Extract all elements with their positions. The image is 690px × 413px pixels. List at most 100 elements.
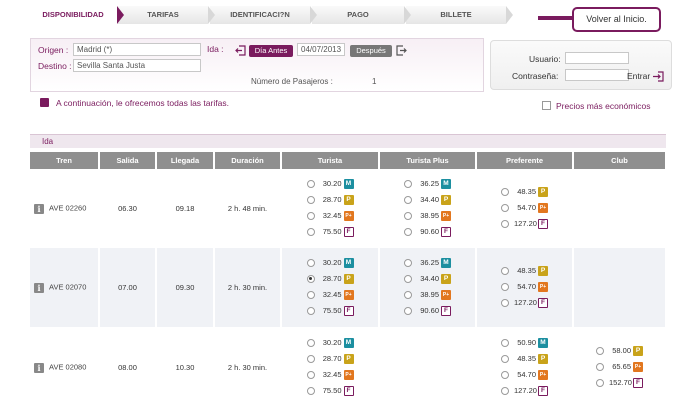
fare-price: 34.40 [420, 273, 439, 283]
fare-radio[interactable] [306, 386, 315, 395]
fare-option[interactable]: 90.60 F [404, 304, 451, 320]
destino-field[interactable]: Sevilla Santa Justa [73, 59, 201, 72]
fare-radio[interactable] [501, 386, 509, 395]
fare-radio[interactable] [404, 195, 412, 204]
fare-radio[interactable] [501, 338, 509, 347]
usuario-label: Usuario: [529, 54, 561, 64]
back-button-bar [538, 16, 574, 20]
cheapest-prices-checkbox[interactable] [542, 101, 551, 110]
badge-p-icon: P [441, 194, 451, 205]
fare-radio[interactable] [404, 258, 412, 267]
ida-section-header: Ida [30, 134, 666, 148]
fare-radio[interactable] [501, 370, 509, 379]
fare-radio[interactable] [404, 211, 412, 220]
fare-option[interactable]: 30.20 M [306, 336, 354, 352]
next-day-icon[interactable] [396, 45, 407, 56]
fare-radio[interactable] [404, 274, 412, 283]
fare-option[interactable]: 36.25 M [404, 256, 451, 272]
train-info-icon[interactable]: i [34, 203, 44, 214]
fare-radio[interactable] [306, 338, 315, 347]
fare-option[interactable]: 28.70 P [306, 352, 354, 368]
fare-option[interactable]: 54.70 P+ [501, 201, 548, 217]
fare-radio[interactable] [501, 282, 509, 291]
fare-option[interactable]: 38.95 P+ [404, 288, 451, 304]
fare-option[interactable]: 50.90 M [501, 336, 548, 352]
badge-p-icon: P [538, 265, 548, 276]
badge-p-plus-icon: P+ [441, 289, 451, 300]
fare-option[interactable]: 54.70 P+ [501, 368, 548, 384]
fare-option[interactable]: 28.70 P [306, 272, 354, 288]
fare-option[interactable]: 48.35 P [501, 352, 548, 368]
prev-day-icon[interactable] [235, 45, 246, 56]
fare-option[interactable]: 34.40 P [404, 193, 451, 209]
fare-radio[interactable] [501, 187, 509, 196]
fare-option[interactable]: 75.50 F [306, 384, 354, 400]
fare-option[interactable]: 30.20 M [306, 256, 354, 272]
train-info-icon[interactable]: i [34, 362, 44, 373]
fare-option[interactable]: 65.65 P+ [596, 360, 643, 376]
fare-radio[interactable] [501, 354, 509, 363]
info-bullet-icon [40, 98, 49, 107]
fare-radio[interactable] [306, 258, 315, 267]
fare-options: 36.25 M 34.40 P 38.95 P+ 90.60 F [404, 177, 451, 241]
fare-option[interactable]: 30.20 M [306, 177, 354, 193]
departure-time: 07.00 [99, 248, 157, 327]
fare-radio[interactable] [404, 306, 412, 315]
badge-f-icon: F [538, 218, 548, 229]
fare-option[interactable]: 127.20 F [501, 217, 548, 233]
origen-field[interactable]: Madrid (*) [73, 43, 201, 56]
fare-option[interactable]: 75.50 F [306, 225, 354, 241]
fare-option[interactable]: 75.50 F [306, 304, 354, 320]
back-to-home-button[interactable]: Volver al Inicio. [572, 7, 661, 32]
fare-radio[interactable] [501, 266, 509, 275]
fare-radio[interactable] [306, 211, 315, 220]
fare-option[interactable]: 48.35 P [501, 185, 548, 201]
fare-option[interactable]: 32.45 P+ [306, 368, 354, 384]
fare-radio[interactable] [306, 195, 315, 204]
fare-radio[interactable] [306, 354, 315, 363]
login-panel: Usuario: Contraseña: Entrar [490, 40, 672, 90]
fare-radio[interactable] [596, 346, 604, 355]
train-info-icon[interactable]: i [34, 282, 44, 293]
fare-option[interactable]: 127.20 F [501, 384, 548, 400]
fare-radio[interactable] [501, 219, 509, 228]
fare-option[interactable]: 127.20 F [501, 296, 548, 312]
fare-radio[interactable] [306, 306, 315, 315]
fare-option[interactable]: 48.35 P [501, 264, 548, 280]
fare-radio[interactable] [596, 378, 604, 387]
date-field[interactable]: 04/07/2013 [297, 43, 345, 56]
table-row: i AVE 02080 08.00 10.30 2 h. 30 min. 30.20 M 28… [30, 327, 667, 408]
fare-radio[interactable] [306, 274, 315, 283]
fare-radio[interactable] [306, 227, 315, 236]
fare-option[interactable]: 90.60 F [404, 225, 451, 241]
fare-option[interactable]: 54.70 P+ [501, 280, 548, 296]
fare-radio[interactable] [501, 298, 509, 307]
fare-option[interactable]: 152.70 F [596, 376, 643, 392]
fare-price: 30.20 [322, 257, 342, 267]
col-salida: Salida [99, 152, 157, 169]
fare-radio[interactable] [306, 370, 315, 379]
fare-option[interactable]: 34.40 P [404, 272, 451, 288]
fare-radio[interactable] [306, 290, 315, 299]
fare-radio[interactable] [501, 203, 509, 212]
usuario-input[interactable] [565, 52, 629, 64]
fare-radio[interactable] [404, 227, 412, 236]
fare-option[interactable]: 38.95 P+ [404, 209, 451, 225]
fare-radio[interactable] [404, 290, 412, 299]
prev-day-button[interactable]: Día Antes [249, 45, 293, 57]
cheapest-prices-label[interactable]: Precios más económicos [556, 101, 650, 111]
fare-option[interactable]: 28.70 P [306, 193, 354, 209]
fare-radio[interactable] [404, 179, 412, 188]
fare-option[interactable]: 32.45 P+ [306, 209, 354, 225]
fare-price: 75.50 [322, 305, 342, 315]
fare-radio[interactable] [306, 179, 315, 188]
next-day-button[interactable]: Después [350, 45, 392, 57]
fare-option[interactable]: 32.45 P+ [306, 288, 354, 304]
fare-radio[interactable] [596, 362, 604, 371]
fare-price: 65.65 [612, 361, 631, 371]
password-input[interactable] [565, 69, 629, 81]
login-button[interactable]: Entrar [627, 71, 664, 82]
badge-p-plus-icon: P+ [538, 281, 548, 292]
fare-option[interactable]: 58.00 P [596, 344, 643, 360]
fare-option[interactable]: 36.25 M [404, 177, 451, 193]
